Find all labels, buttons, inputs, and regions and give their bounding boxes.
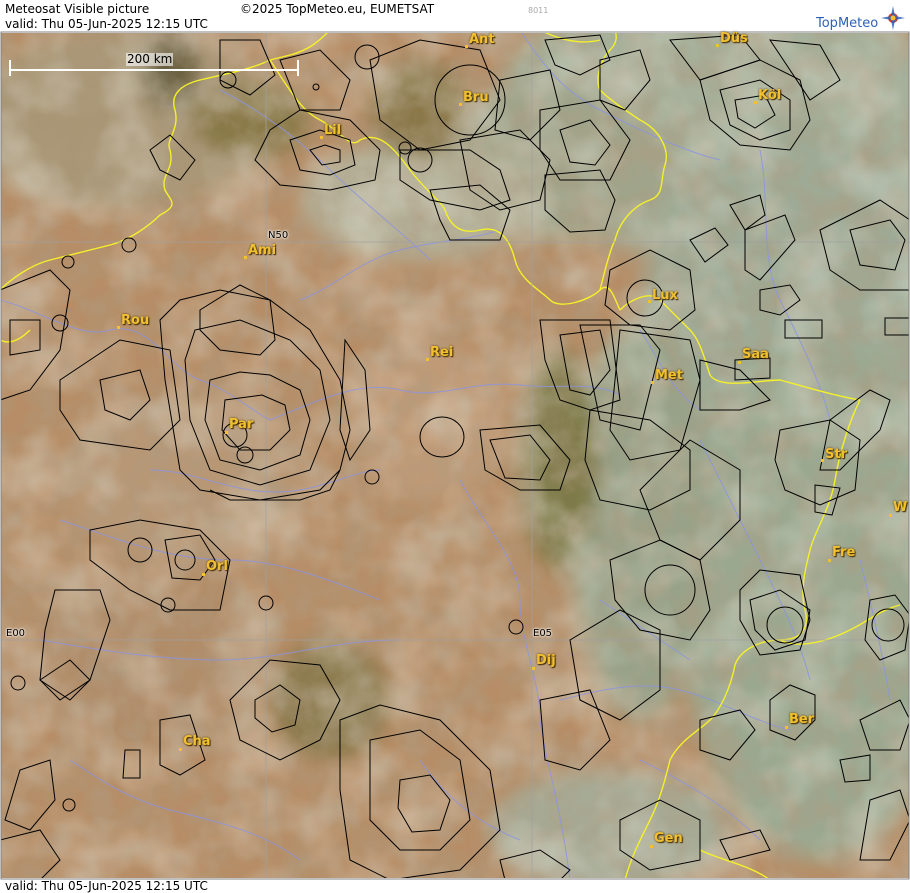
image-code: 8011	[528, 6, 549, 15]
logo-text[interactable]: TopMeteo	[816, 17, 878, 31]
lat-label-n50: N50	[268, 230, 289, 241]
city-label: Rei	[430, 345, 454, 360]
city-label: Saa	[742, 347, 769, 362]
city-marker	[320, 136, 323, 139]
city-label: Gen	[654, 831, 683, 846]
city-marker	[225, 431, 228, 434]
city-marker	[202, 573, 205, 576]
city-label: Köl	[758, 88, 782, 103]
city-label: Ami	[248, 243, 277, 258]
city-label: Rou	[121, 313, 150, 328]
city-label: Met	[655, 368, 683, 383]
city-marker	[828, 559, 831, 562]
satellite-map	[0, 0, 910, 893]
city-label: Lil	[324, 123, 342, 138]
city-label: Bru	[463, 90, 489, 105]
city-marker	[738, 361, 741, 364]
city-marker	[754, 101, 757, 104]
lon-label-e00: E00	[6, 628, 26, 639]
valid-time-header: valid: Thu 05-Jun-2025 12:15 UTC	[5, 17, 208, 31]
map-title: Meteosat Visible picture	[5, 2, 150, 16]
map-frame: Meteosat Visible picture valid: Thu 05-J…	[0, 0, 910, 893]
texture-cloud	[1, 33, 909, 878]
city-label: Str	[825, 447, 847, 462]
city-marker	[426, 358, 429, 361]
city-label: Par	[229, 417, 254, 432]
city-label: Orl	[206, 559, 228, 574]
city-marker	[785, 726, 788, 729]
city-marker	[648, 300, 651, 303]
lon-label-e05: E05	[533, 628, 553, 639]
valid-time-footer: valid: Thu 05-Jun-2025 12:15 UTC	[5, 879, 208, 893]
city-marker	[179, 748, 182, 751]
city-marker	[716, 44, 719, 47]
city-marker	[650, 845, 653, 848]
scale-label: 200 km	[126, 52, 174, 66]
city-marker	[117, 326, 120, 329]
city-marker	[889, 514, 892, 517]
city-label: Lux	[652, 288, 678, 303]
city-label: Ber	[789, 712, 815, 727]
city-label: Ant	[469, 32, 495, 47]
copyright: ©2025 TopMeteo.eu, EUMETSAT	[240, 2, 435, 16]
city-label: Düs	[720, 31, 748, 46]
city-marker	[244, 256, 247, 259]
city-label: Dij	[536, 653, 556, 668]
city-marker	[821, 459, 824, 462]
city-marker	[532, 667, 535, 670]
city-label: Fre	[832, 545, 856, 560]
city-marker	[459, 103, 462, 106]
city-label: Cha	[183, 734, 211, 749]
city-label: W	[893, 500, 908, 515]
city-marker	[465, 45, 468, 48]
city-marker	[651, 381, 654, 384]
